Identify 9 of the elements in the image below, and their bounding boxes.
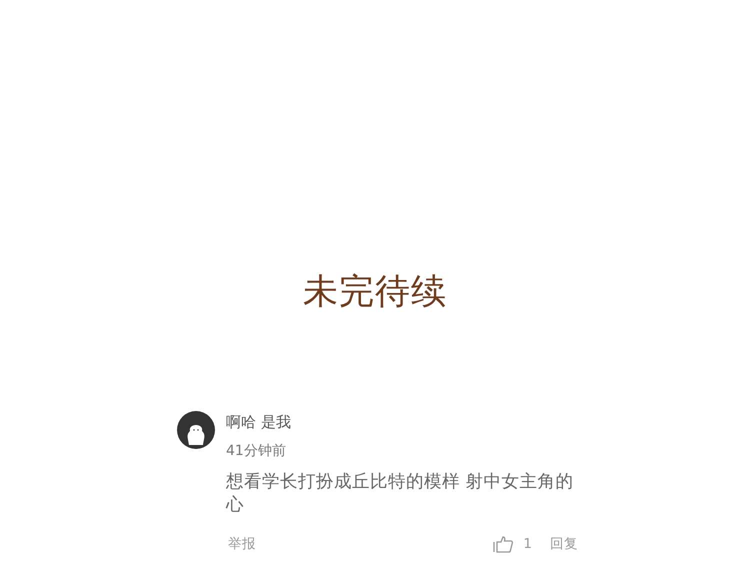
reply-link[interactable]: 回复: [550, 535, 578, 553]
like-count: 1: [523, 536, 532, 552]
avatar-icon: [177, 411, 215, 449]
comment-text: 想看学长打扮成丘比特的模样 射中女主角的心: [226, 471, 575, 517]
comment-author: 啊哈 是我: [226, 412, 292, 433]
thumbs-up-icon[interactable]: [493, 536, 514, 552]
to-be-continued-text: 未完待续: [303, 271, 447, 314]
report-link[interactable]: 举报: [228, 535, 256, 553]
comment-time: 41分钟前: [226, 442, 287, 461]
